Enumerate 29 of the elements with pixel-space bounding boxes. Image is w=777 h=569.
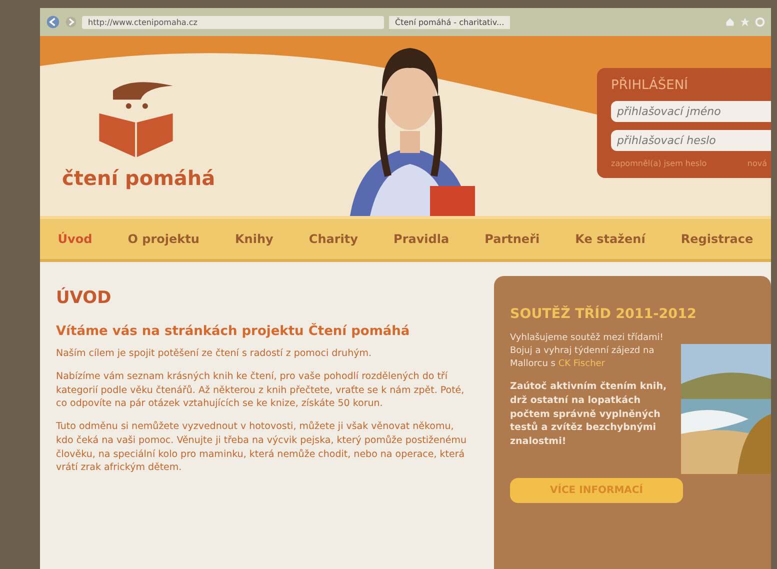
login-title: PŘIHLÁŠENÍ — [611, 78, 689, 93]
contest-title: SOUTĚŽ TŘÍD 2011-2012 — [510, 306, 698, 322]
contest-intro: Vyhlašujeme soutěž mezi třídami! Bojuj a vyhraj týdenní zájezd na Mallorcu s CK Fischer — [510, 332, 664, 372]
nav-item[interactable]: Charity — [308, 232, 358, 246]
browser-tab[interactable]: Čtení pomáhá - charitativ... — [389, 16, 510, 28]
back-icon[interactable] — [46, 15, 60, 29]
star-icon[interactable] — [740, 17, 750, 27]
nav-item[interactable]: Pravidla — [394, 232, 450, 246]
paragraph: Naším cílem je spojit potěšení ze čtení s radostí z pomoci druhým. — [56, 347, 372, 361]
paragraph: Nabízíme vám seznam krásných knih ke čtení, pro vaše pohodlí rozdělených do tří kategorií podle věku čtenářů. Až některou z knih přečtete, vraťte se k nám zpět. Poté, co odpovíte na pár otázek vztahujících se ke knize, získáte 50 korun. — [56, 370, 466, 412]
login-link[interactable]: nová — [747, 159, 767, 168]
contest-text: Zaútoč aktivním čtením knih, drž ostatní na lopatkách počtem správně vyplněných testů a zvítěz bezchybnými znalostmi! — [510, 380, 668, 449]
nav-item[interactable]: Knihy — [235, 232, 274, 246]
forward-icon[interactable] — [65, 16, 77, 28]
nav-item[interactable]: Ke stažení — [575, 232, 646, 246]
page-title: ÚVOD — [56, 288, 112, 308]
nav-item[interactable]: Úvod — [58, 232, 92, 246]
fischer-link[interactable]: CK Fischer — [558, 359, 606, 370]
address-bar[interactable]: http://www.ctenipomaha.cz — [82, 16, 384, 28]
input-field[interactable]: přihlašovací jméno — [611, 101, 771, 122]
paragraph: Tuto odměnu si nemůžete vyzvednout v hotovosti, můžete ji však věnovat někomu, kdo čeká na vaši pomoc. Věnujte ji třeba na výcvik pejska, který pomůže postiženému člověku, na speciální kolo pro maminku, která nemůže chodit, nebo na operace, která vrátí zrak africkým dětem. — [56, 420, 468, 476]
input-field[interactable]: přihlašovací heslo — [611, 130, 771, 151]
home-icon[interactable] — [725, 17, 735, 27]
nav-item[interactable]: Partneři — [484, 232, 540, 246]
login-link[interactable]: zapomněl(a) jsem heslo — [611, 159, 707, 168]
welcome-heading: Vítáme vás na stránkách projektu Čtení pomáhá — [56, 324, 411, 339]
nav-item[interactable]: Registrace — [680, 232, 754, 246]
nav-item[interactable]: O projektu — [128, 232, 200, 246]
logo-text: čtení pomáhá — [62, 166, 216, 190]
